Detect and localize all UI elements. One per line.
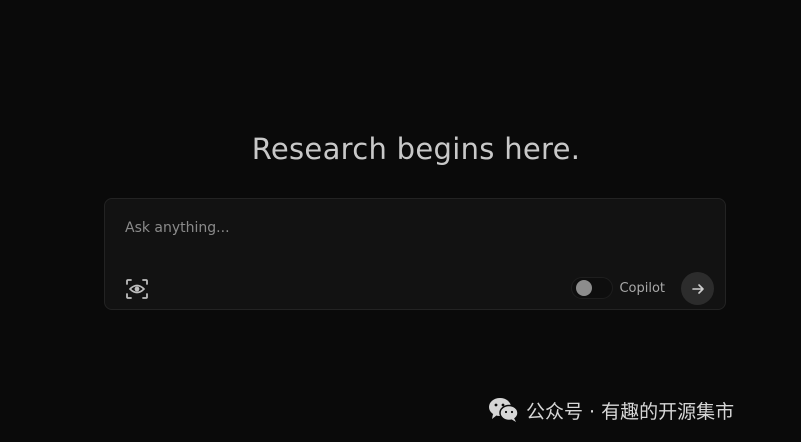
eye-scan-icon: [126, 279, 148, 299]
search-panel: Copilot: [104, 198, 726, 310]
page: Research begins here. Copilot: [0, 0, 801, 442]
watermark: 公众号 · 有趣的开源集市: [478, 392, 744, 428]
hero: Research begins here.: [104, 128, 728, 170]
watermark-text: 公众号 · 有趣的开源集市: [526, 400, 735, 423]
arrow-right-icon: [691, 283, 704, 294]
page-title: Research begins here.: [251, 132, 581, 166]
wechat-icon: [489, 398, 519, 422]
focus-button[interactable]: [123, 275, 151, 303]
submit-button[interactable]: [681, 272, 714, 305]
copilot-control: Copilot: [571, 275, 665, 301]
search-input[interactable]: [125, 217, 685, 239]
copilot-label: Copilot: [619, 280, 665, 296]
copilot-toggle[interactable]: [571, 277, 614, 299]
toggle-knob: [576, 280, 593, 296]
